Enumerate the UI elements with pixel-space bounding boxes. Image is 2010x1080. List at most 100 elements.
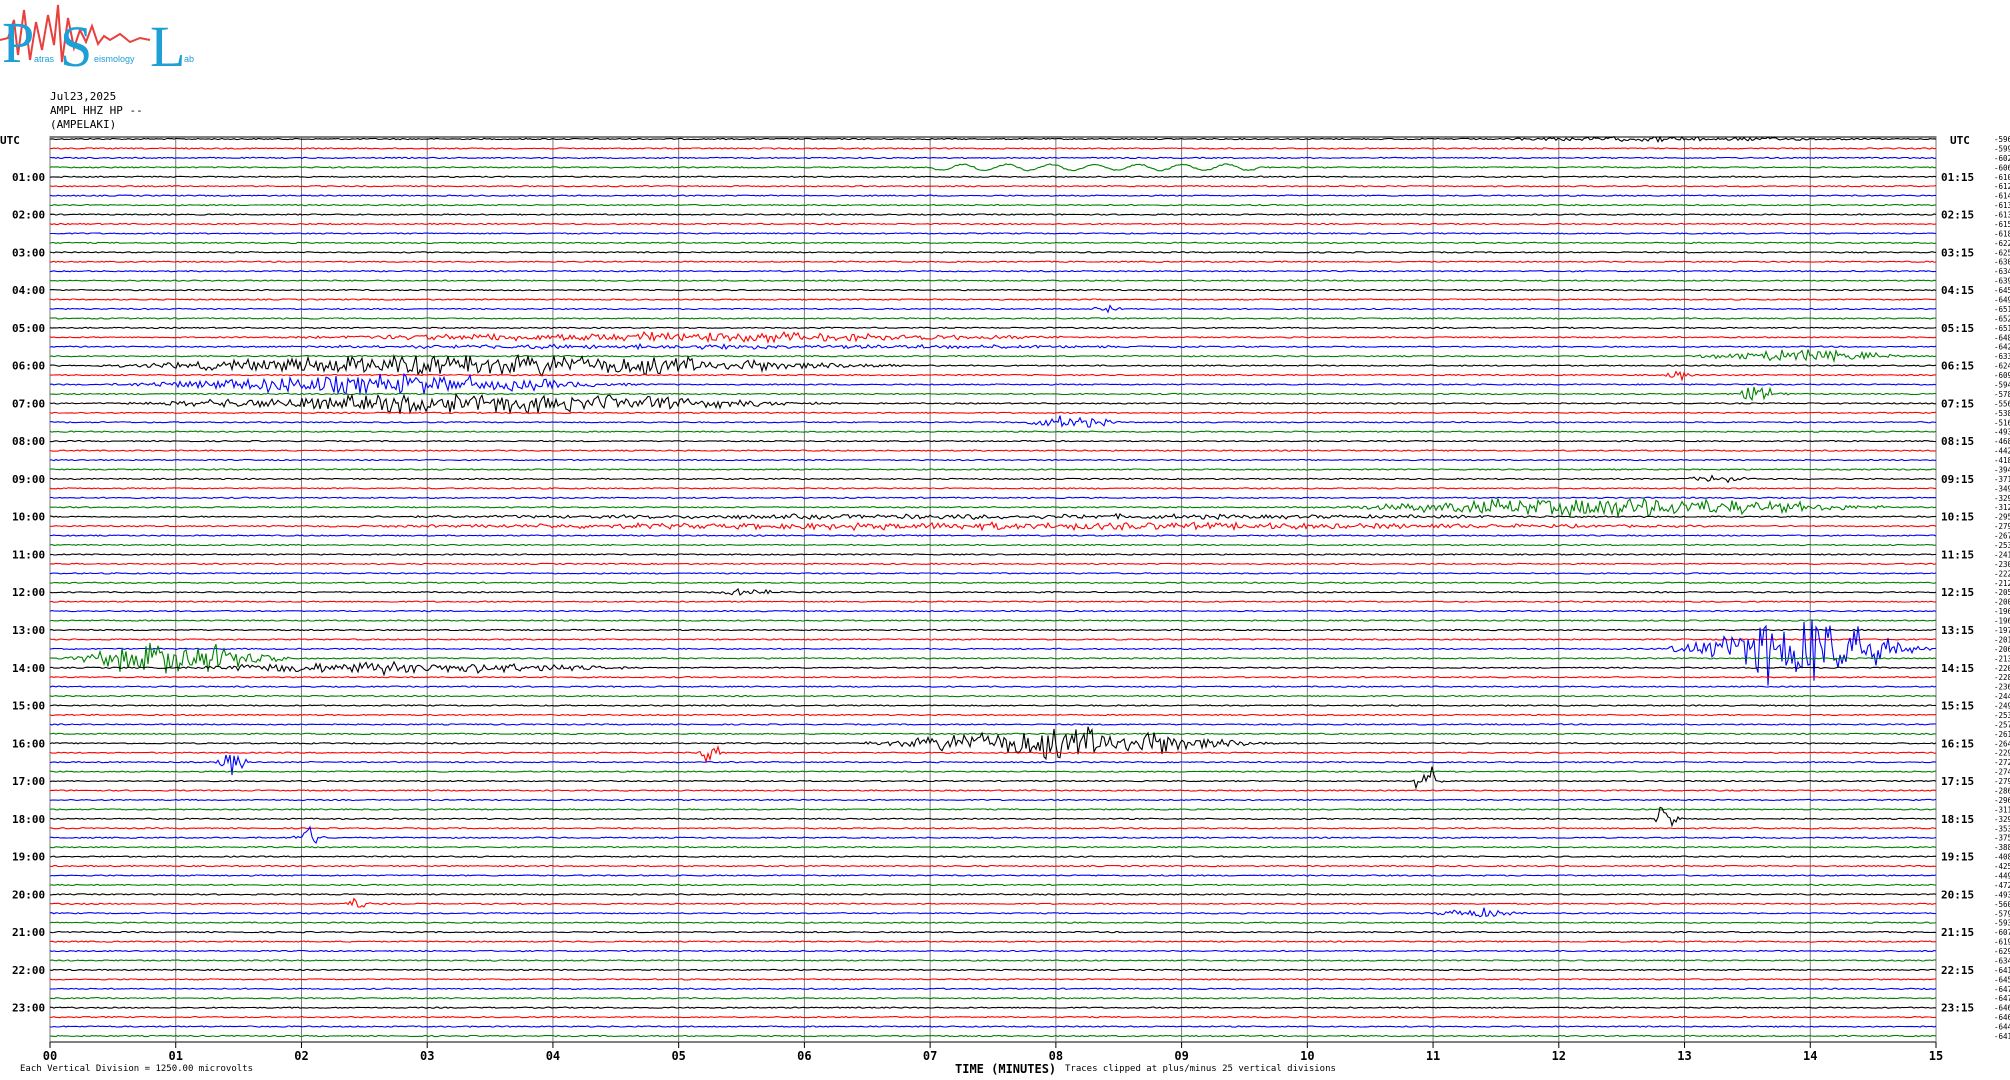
trace-line [49, 156, 1937, 160]
trace-line [49, 194, 1936, 197]
trace-offset-label: -6137 [1994, 201, 2010, 210]
hour-label-right: 16:15 [1941, 737, 1974, 750]
trace-offset-label: -2414 [1994, 550, 2010, 559]
trace-line [49, 288, 1937, 292]
trace-offset-label: -2067 [1994, 645, 2010, 654]
trace-line [49, 704, 1937, 707]
trace-line [49, 534, 1937, 537]
hour-label-right: 20:15 [1941, 888, 1974, 901]
x-tick-label: 11 [1426, 1049, 1440, 1063]
hour-label-right: 04:15 [1941, 284, 1974, 297]
trace-offset-label: -6443 [1994, 1023, 2010, 1032]
trace-offset-label: -6478 [1994, 985, 2010, 994]
hour-label-right: 14:15 [1941, 662, 1974, 675]
trace-line [49, 874, 1937, 877]
trace-offset-label: -2205 [1994, 664, 2010, 673]
trace-offset-label: -6494 [1994, 296, 2010, 305]
trace-line [49, 392, 1937, 415]
trace-line [49, 619, 1937, 622]
utc-left-label: UTC [0, 134, 20, 147]
x-tick-label: 09 [1174, 1049, 1188, 1063]
trace-line [49, 864, 1937, 868]
trace-offset-label: -1961 [1994, 617, 2010, 626]
trace-line [49, 600, 1937, 603]
trace-offset-label: -6154 [1994, 220, 2010, 229]
trace-line [49, 458, 1937, 462]
trace-line [49, 883, 1937, 887]
trace-offset-label: -2055 [1994, 588, 2010, 597]
trace-line [49, 175, 1937, 179]
hour-label-right: 02:15 [1941, 209, 1974, 222]
trace-line [49, 439, 1937, 443]
trace-offset-label: -6067 [1994, 163, 2010, 172]
helicorder-plot: 00010203040506070809101112131415-5968-59… [0, 134, 2010, 1063]
x-tick-label: 00 [43, 1049, 57, 1063]
trace-line [49, 642, 1937, 674]
hour-label-left: 19:00 [12, 851, 45, 864]
trace-offset-label: -6454 [1994, 286, 2010, 295]
hour-label-right: 07:15 [1941, 397, 1974, 410]
trace-line [49, 562, 1937, 566]
hour-label-right: 19:15 [1941, 851, 1974, 864]
hour-label-left: 10:00 [12, 511, 45, 524]
x-tick-label: 08 [1049, 1049, 1063, 1063]
trace-offset-label: -6029 [1994, 154, 2010, 163]
x-tick-label: 13 [1677, 1049, 1691, 1063]
trace-offset-label: -5968 [1994, 135, 2010, 144]
trace-line [49, 496, 1937, 500]
trace-line [49, 543, 1937, 547]
trace-offset-label: -6464 [1994, 1013, 2010, 1022]
trace-offset-label: -6139 [1994, 211, 2010, 220]
trace-offset-label: -1967 [1994, 607, 2010, 616]
trace-offset-label: -6127 [1994, 182, 2010, 191]
trace-line [49, 1025, 1937, 1028]
hour-label-left: 17:00 [12, 775, 45, 788]
x-tick-label: 03 [420, 1049, 434, 1063]
trace-line [49, 487, 1937, 490]
trace-line [49, 732, 1937, 736]
trace-offset-label: -3539 [1994, 824, 2010, 833]
trace-line [49, 269, 1937, 273]
trace-offset-label: -6193 [1994, 938, 2010, 947]
hour-label-right: 21:15 [1941, 926, 1974, 939]
trace-line [49, 789, 1937, 792]
hour-label-right: 11:15 [1941, 548, 1974, 561]
hour-label-right: 09:15 [1941, 473, 1974, 486]
trace-offset-label: -2498 [1994, 702, 2010, 711]
x-tick-label: 15 [1929, 1049, 1943, 1063]
trace-line [49, 372, 1937, 396]
trace-offset-label: -5996 [1994, 144, 2010, 153]
trace-offset-label: -2015 [1994, 635, 2010, 644]
hour-label-right: 03:15 [1941, 246, 1974, 259]
trace-line [49, 949, 1937, 953]
trace-offset-label: -5948 [1994, 380, 2010, 389]
trace-line [49, 855, 1937, 858]
x-tick-label: 01 [169, 1049, 183, 1063]
trace-offset-label: -6466 [1994, 1004, 2010, 1013]
trace-offset-label: -5609 [1994, 900, 2010, 909]
hour-label-left: 02:00 [12, 209, 45, 222]
trace-line [49, 845, 1937, 849]
trace-offset-label: -3120 [1994, 503, 2010, 512]
trace-line [49, 147, 1937, 150]
trace-offset-label: -5934 [1994, 919, 2010, 928]
trace-line [49, 940, 1937, 943]
trace-line [49, 628, 1937, 632]
trace-offset-label: -6222 [1994, 239, 2010, 248]
trace-line [49, 279, 1937, 282]
x-tick-label: 10 [1300, 1049, 1314, 1063]
trace-offset-label: -6103 [1994, 173, 2010, 182]
trace-offset-label: -2364 [1994, 683, 2010, 692]
trace-line [49, 808, 1937, 811]
trace-offset-label: -4185 [1994, 456, 2010, 465]
hour-label-right: 13:15 [1941, 624, 1974, 637]
hour-label-left: 14:00 [12, 662, 45, 675]
trace-line [50, 370, 1937, 382]
trace-offset-label: -4930 [1994, 428, 2010, 437]
hour-label-right: 12:15 [1941, 586, 1974, 599]
trace-offset-label: -3750 [1994, 834, 2010, 843]
hour-label-left: 23:00 [12, 1002, 45, 1015]
hour-label-left: 07:00 [12, 397, 45, 410]
trace-offset-label: -6524 [1994, 314, 2010, 323]
trace-offset-label: -5568 [1994, 399, 2010, 408]
